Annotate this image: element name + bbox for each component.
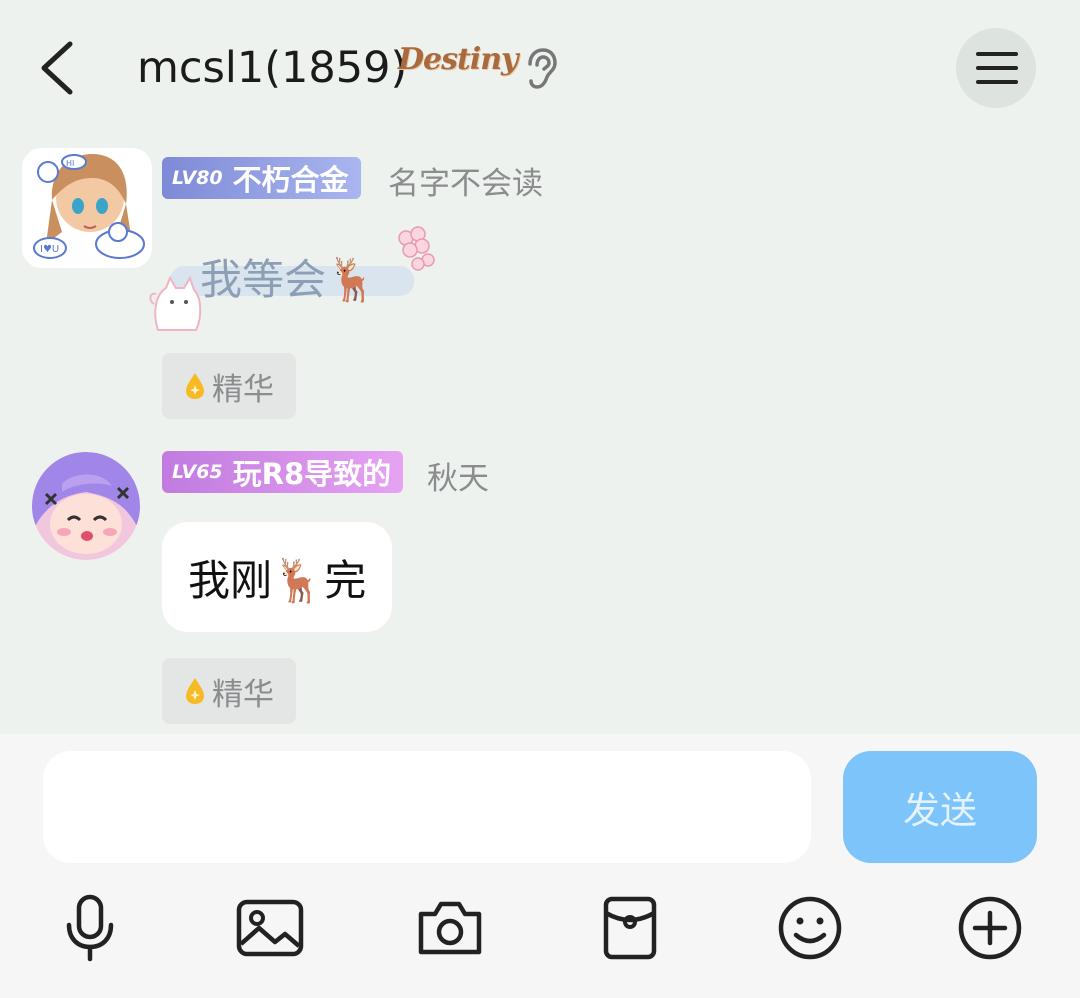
red-packet-button[interactable] <box>594 892 666 964</box>
chat-title: mcsl1(1859) <box>137 43 408 93</box>
essence-button[interactable]: 精华 <box>162 658 296 724</box>
camera-button[interactable] <box>414 892 486 964</box>
flower-sticker-icon <box>398 226 435 271</box>
image-icon <box>236 899 304 957</box>
level-tag: LV80 不朽合金 <box>162 157 361 199</box>
avatar[interactable]: I♥U HI <box>22 148 152 268</box>
level-number: LV65 <box>172 461 223 483</box>
message-input[interactable] <box>43 751 811 863</box>
red-packet-icon <box>603 896 657 960</box>
essence-drop-icon <box>186 678 204 704</box>
sticker-text: 我等会🦌 <box>200 255 379 304</box>
voice-button[interactable] <box>54 892 126 964</box>
camera-icon <box>418 901 482 955</box>
emoji-icon <box>778 896 842 960</box>
level-title: 玩R8导致的 <box>232 457 392 491</box>
level-tag: LV65 玩R8导致的 <box>162 451 404 493</box>
sender-nickname[interactable]: 名字不会读 <box>388 158 543 203</box>
microphone-icon <box>66 894 114 962</box>
svg-text:HI: HI <box>66 159 74 168</box>
ear-icon[interactable] <box>524 48 558 90</box>
message-bubble[interactable]: 我刚🦌完 <box>162 522 393 632</box>
essence-button[interactable]: 精华 <box>162 353 296 419</box>
menu-button[interactable] <box>956 28 1036 108</box>
sticker-message[interactable]: 我等会🦌 <box>148 226 448 336</box>
back-button[interactable] <box>30 36 90 100</box>
plus-circle-icon <box>958 896 1022 960</box>
title-badge: Destiny <box>398 42 518 77</box>
sender-nickname[interactable]: 秋天 <box>427 453 489 498</box>
message-text: 我刚🦌完 <box>188 555 367 605</box>
emoji-button[interactable] <box>774 892 846 964</box>
level-title: 不朽合金 <box>232 163 349 197</box>
essence-drop-icon <box>186 373 204 399</box>
level-number: LV80 <box>172 167 223 189</box>
essence-label: 精华 <box>212 371 274 408</box>
essence-label: 精华 <box>212 676 274 713</box>
image-button[interactable] <box>234 892 306 964</box>
chevron-left-icon <box>41 41 73 95</box>
send-button[interactable]: 发送 <box>843 751 1037 863</box>
cat-sticker-icon <box>149 275 202 331</box>
svg-text:I♥U: I♥U <box>40 244 59 255</box>
hamburger-menu-icon <box>976 52 1018 56</box>
more-button[interactable] <box>954 892 1026 964</box>
avatar[interactable] <box>32 452 140 560</box>
